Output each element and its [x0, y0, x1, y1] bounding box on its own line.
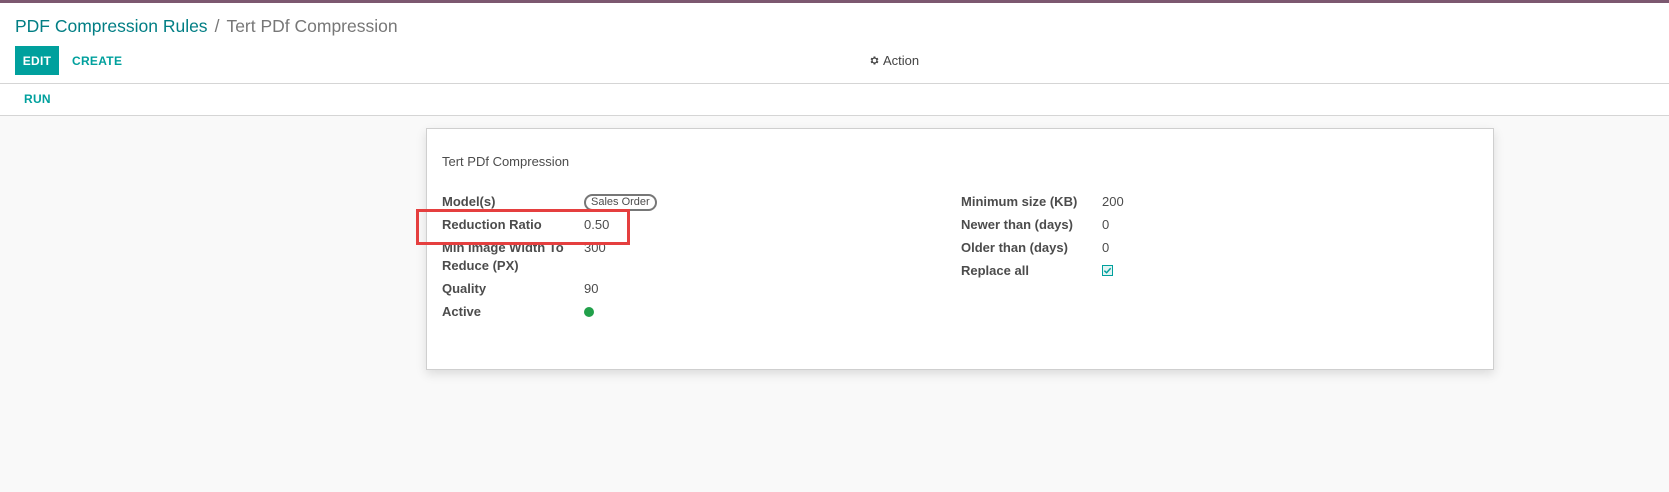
action-menu-label: Action	[883, 53, 920, 68]
breadcrumb: PDF Compression Rules / Tert PDf Compressi…	[15, 16, 398, 37]
run-button[interactable]: RUN	[24, 92, 51, 106]
reduction-ratio-label: Reduction Ratio	[442, 217, 542, 232]
action-menu-button[interactable]: Action	[869, 53, 919, 68]
quality-value: 90	[584, 281, 599, 296]
replace-all-label: Replace all	[961, 263, 1029, 278]
checkmark-icon	[1103, 267, 1112, 274]
control-panel: PDF Compression Rules / Tert PDf Compressi…	[0, 3, 1669, 84]
create-button[interactable]: CREATE	[72, 46, 122, 75]
minimum-size-label: Minimum size (KB)	[961, 194, 1078, 209]
active-status-dot	[584, 307, 594, 317]
reduction-ratio-value: 0.50	[584, 217, 610, 232]
replace-all-checkbox[interactable]	[1102, 265, 1113, 276]
older-than-value: 0	[1102, 240, 1110, 255]
form-sheet: Tert PDf Compression Model(s) Sales Orde…	[426, 128, 1494, 370]
min-image-width-label-line1: Min Image Width To	[442, 240, 564, 255]
models-label: Model(s)	[442, 194, 496, 209]
newer-than-label: Newer than (days)	[961, 217, 1073, 232]
active-label: Active	[442, 304, 482, 319]
min-image-width-value: 300	[584, 240, 606, 255]
quality-label: Quality	[442, 281, 487, 296]
statusbar: RUN	[0, 84, 1669, 116]
newer-than-value: 0	[1102, 217, 1110, 232]
older-than-label: Older than (days)	[961, 240, 1068, 255]
minimum-size-value: 200	[1102, 194, 1124, 209]
edit-button[interactable]: EDIT	[15, 46, 59, 75]
models-tag[interactable]: Sales Order	[584, 194, 657, 211]
record-title: Tert PDf Compression	[442, 154, 570, 169]
breadcrumb-parent-link[interactable]: PDF Compression Rules	[15, 16, 208, 36]
min-image-width-label-line2: Reduce (PX)	[442, 258, 519, 273]
breadcrumb-current: Tert PDf Compression	[226, 16, 398, 36]
breadcrumb-separator: /	[214, 16, 220, 36]
gear-icon	[869, 55, 880, 66]
